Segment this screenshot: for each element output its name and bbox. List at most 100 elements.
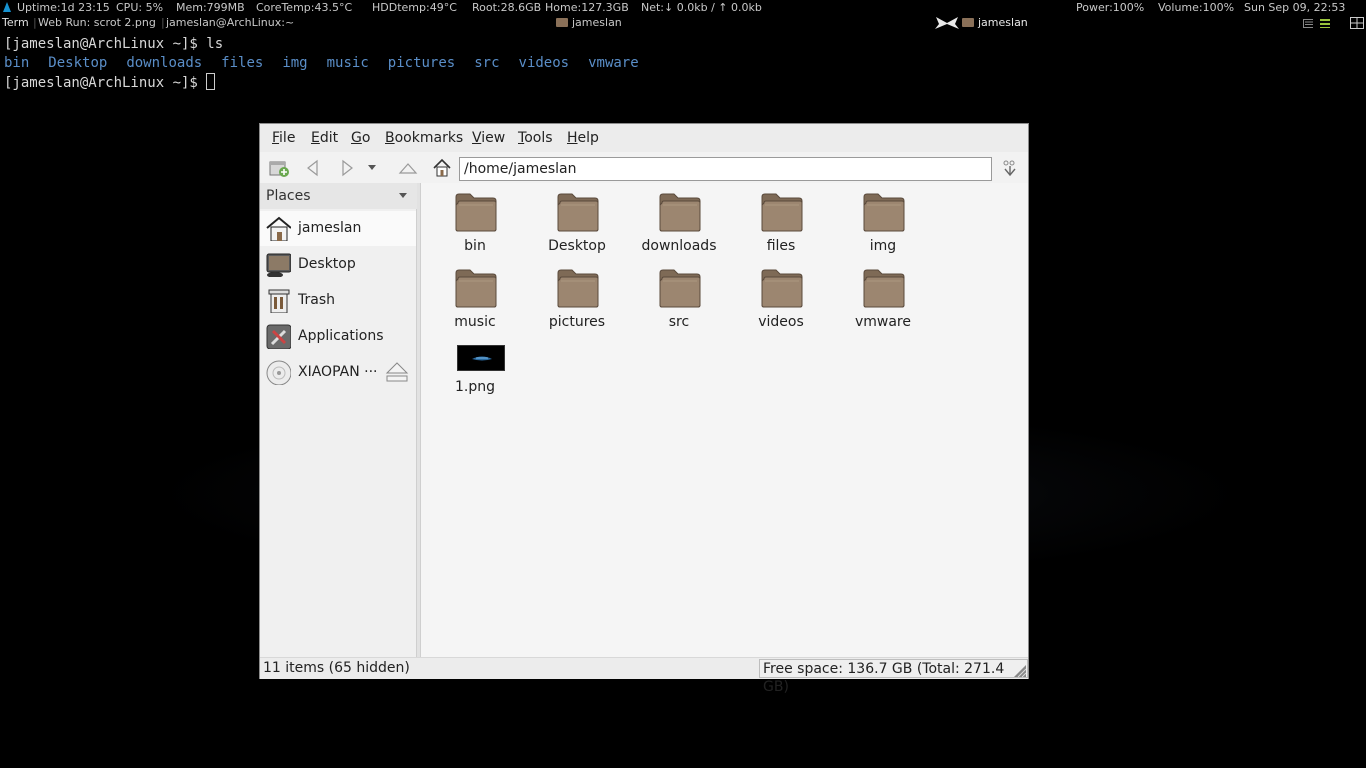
ls-entry: img	[282, 55, 308, 71]
free-space: Free space: 136.7 GB (Total: 271.4 GB)	[759, 659, 1028, 695]
menu-edit[interactable]: Edit	[311, 130, 338, 146]
file-item[interactable]: img	[835, 183, 931, 255]
hddtemp-readout: HDDtemp:49°C	[372, 1, 457, 14]
place-home[interactable]: jameslan	[260, 211, 416, 246]
task-separator: |	[33, 16, 37, 29]
places-header-label: Places	[266, 188, 311, 204]
clock: Sun Sep 09, 22:53	[1244, 1, 1346, 14]
go-button[interactable]	[998, 156, 1022, 180]
task-window-right[interactable]: jameslan	[978, 15, 1028, 31]
file-item[interactable]: 1.png	[427, 335, 523, 407]
place-xiaopan-drive[interactable]: XIAOPAN ···	[260, 355, 416, 390]
file-item[interactable]: files	[733, 183, 829, 255]
keyboard-icon[interactable]	[1303, 18, 1313, 28]
ls-entry: files	[221, 55, 264, 71]
menu-view[interactable]: View	[472, 130, 505, 146]
forward-arrow-icon	[342, 159, 353, 177]
home-icon	[433, 158, 451, 177]
place-desktop[interactable]: Desktop	[260, 247, 416, 282]
folder-icon	[556, 18, 568, 27]
history-dropdown[interactable]	[364, 156, 380, 180]
root-disk-readout: Root:28.6GB	[472, 1, 542, 14]
folder-icon	[659, 193, 701, 232]
places-header[interactable]: Places	[260, 183, 417, 209]
folder-icon	[962, 18, 974, 27]
file-item[interactable]: Desktop	[529, 183, 625, 255]
status-bar: 11 items (65 hidden) Free space: 136.7 G…	[260, 657, 1028, 695]
image-thumbnail	[457, 345, 505, 371]
menu-help[interactable]: Help	[567, 130, 599, 146]
places-sidebar: Places jameslan Desktop Trash Applicatio…	[260, 183, 417, 657]
file-item[interactable]: music	[427, 259, 523, 331]
file-label: bin	[464, 238, 486, 254]
folder-icon	[557, 269, 599, 308]
prompt: [jameslan@ArchLinux ~]$	[4, 75, 207, 91]
menu-lines-icon[interactable]	[1320, 18, 1330, 28]
trash-icon	[268, 289, 290, 313]
folder-icon	[761, 193, 803, 232]
file-item[interactable]: videos	[733, 259, 829, 331]
new-tab-button[interactable]	[267, 156, 291, 180]
up-button[interactable]	[396, 156, 420, 180]
path-input[interactable]	[459, 157, 992, 181]
file-item[interactable]: vmware	[835, 259, 931, 331]
ls-entry: Desktop	[48, 55, 108, 71]
coretemp-readout: CoreTemp:43.5°C	[256, 1, 353, 14]
chevron-down-icon	[399, 193, 407, 198]
arch-logo-icon	[3, 2, 11, 12]
place-trash[interactable]: Trash	[260, 283, 416, 318]
place-label: jameslan	[298, 220, 362, 236]
folder-icon	[863, 269, 905, 308]
file-label: vmware	[854, 314, 911, 330]
terminal-line-1: [jameslan@ArchLinux ~]$ ls	[4, 35, 223, 54]
taskbar: Term | Web Run: scrot 2.png | jameslan@A…	[0, 15, 1366, 31]
menu-file[interactable]: File	[272, 130, 295, 146]
eject-icon[interactable]	[384, 360, 410, 384]
task-webrun[interactable]: Web Run: scrot 2.png	[38, 15, 156, 31]
place-label: Trash	[298, 292, 335, 308]
file-label: 1.png	[454, 379, 495, 395]
desktop-icon	[266, 253, 291, 277]
file-item[interactable]: src	[631, 259, 727, 331]
file-label: music	[454, 314, 496, 330]
forward-button[interactable]	[336, 156, 360, 180]
place-label: Applications	[298, 328, 384, 344]
file-label: downloads	[641, 238, 717, 254]
layout-grid-icon[interactable]	[1350, 17, 1364, 29]
home-folder-icon	[266, 216, 291, 241]
task-terminal-title[interactable]: jameslan@ArchLinux:~	[166, 15, 294, 31]
file-manager-window[interactable]: File Edit Go Bookmarks View Tools Help /…	[259, 123, 1029, 695]
back-button[interactable]	[300, 156, 324, 180]
net-readout: Net:↓ 0.0kb / ↑ 0.0kb	[641, 1, 762, 14]
place-applications[interactable]: Applications	[260, 319, 416, 354]
up-arrow-icon	[398, 163, 418, 174]
resize-grip-icon[interactable]	[1013, 664, 1027, 678]
folder-icon	[659, 269, 701, 308]
ls-entry: src	[474, 55, 500, 71]
file-label: pictures	[548, 314, 606, 330]
menu-bookmarks[interactable]: Bookmarks	[385, 130, 463, 146]
folder-icon	[455, 269, 497, 308]
home-button[interactable]	[430, 156, 454, 180]
terminal-ls-output: bin Desktop downloads files img music pictures…	[4, 54, 658, 73]
new-tab-icon	[269, 161, 289, 177]
task-separator: |	[161, 16, 165, 29]
file-label: img	[869, 238, 897, 254]
file-item[interactable]: pictures	[529, 259, 625, 331]
file-icon-view[interactable]: bin Desktop downloads files img music pictures…	[421, 183, 1028, 657]
task-term[interactable]: Term	[2, 15, 29, 31]
file-label: Desktop	[548, 238, 606, 254]
terminal-line-3: [jameslan@ArchLinux ~]$	[4, 73, 216, 93]
folder-icon	[557, 193, 599, 232]
folder-icon	[863, 193, 905, 232]
file-item[interactable]: bin	[427, 183, 523, 255]
menu-tools[interactable]: Tools	[518, 130, 553, 146]
text-cursor	[206, 73, 216, 90]
task-window-center[interactable]: jameslan	[572, 15, 622, 31]
butterfly-icon	[935, 17, 959, 29]
menu-go[interactable]: Go	[351, 130, 370, 146]
ls-entry: videos	[518, 55, 570, 71]
file-item[interactable]: downloads	[631, 183, 727, 255]
ls-entry: downloads	[126, 55, 203, 71]
go-jump-icon	[1003, 160, 1016, 177]
